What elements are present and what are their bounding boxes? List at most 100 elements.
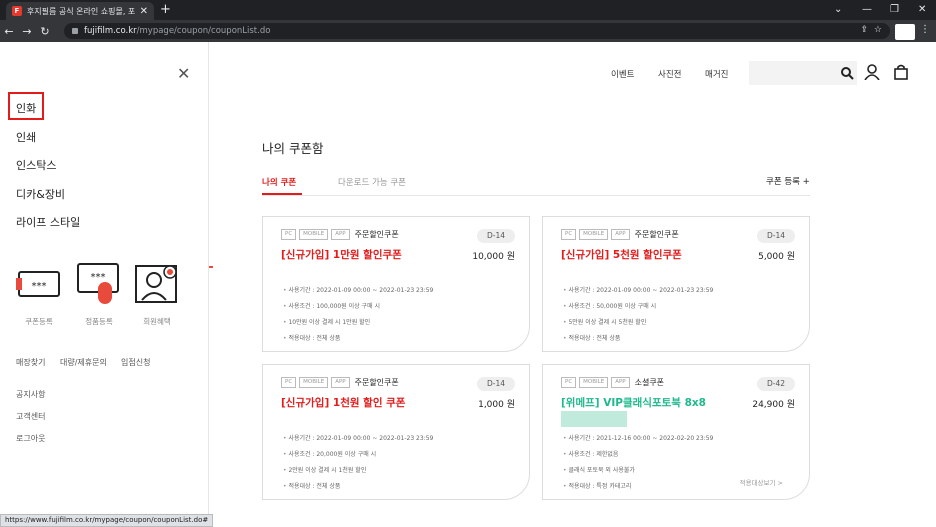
tab-title: 후지필름 공식 온라인 쇼핑몰, 포 <box>26 6 136 16</box>
sidebar-item-camera[interactable]: 디카&장비 <box>16 186 65 202</box>
dday-badge: D-14 <box>757 229 795 243</box>
minimize-icon[interactable]: — <box>862 4 872 15</box>
blurred-region <box>561 411 627 427</box>
browser-menu-icon[interactable]: ⋮ <box>920 24 930 35</box>
forward-icon[interactable]: → <box>18 25 36 38</box>
coupon-type: 주문할인쿠폰 <box>354 230 399 239</box>
nav-magazine[interactable]: 매거진 <box>705 68 728 80</box>
customer-center-link[interactable]: 고객센터 <box>16 411 45 422</box>
url-host: fujifilm.co.kr <box>84 26 137 36</box>
product-register-label[interactable]: 정품등록 <box>69 316 129 327</box>
status-bar-url: https://www.fujifilm.co.kr/mypage/coupon… <box>0 514 214 527</box>
sidebar-item-print[interactable]: 인화 <box>16 100 36 116</box>
sidebar-close-icon[interactable]: ✕ <box>177 64 190 83</box>
user-icon[interactable] <box>864 64 880 80</box>
browser-tab-bar: F 후지필름 공식 온라인 쇼핑몰, 포 ✕ + ⌄ — ❐ ✕ <box>0 0 936 20</box>
fujifilm-favicon-icon: F <box>12 6 22 16</box>
search-icon[interactable] <box>840 66 854 80</box>
coupon-name: [위메프] VIP클래식포토북 8x8 <box>561 397 706 409</box>
member-benefit-label[interactable]: 회원혜택 <box>127 316 187 327</box>
coupon-type: 주문할인쿠폰 <box>634 230 679 239</box>
register-coupon-button[interactable]: 쿠폰 등록 + <box>766 175 810 187</box>
restore-icon[interactable]: ❐ <box>890 4 899 15</box>
coupon-register-label[interactable]: 쿠폰등록 <box>9 316 69 327</box>
svg-text:***: *** <box>91 272 106 283</box>
detail-period: 사용기간 : 2022-01-09 00:00 ~ 2022-01-23 23:… <box>283 431 433 447</box>
coupon-card[interactable]: PC MOBILE APP 주문할인쿠폰 D-14 [신규가입] 1천원 할인 … <box>262 364 530 500</box>
browser-tab[interactable]: F 후지필름 공식 온라인 쇼핑몰, 포 ✕ <box>6 2 154 20</box>
detail-period: 사용기간 : 2021-12-16 00:00 ~ 2022-02-20 23:… <box>563 431 713 447</box>
tag-mobile: MOBILE <box>579 377 609 388</box>
tag-pc: PC <box>281 377 297 388</box>
member-benefit-icon[interactable] <box>134 262 180 304</box>
tab-search-chevron-icon[interactable]: ⌄ <box>834 4 842 15</box>
coupon-type: 주문할인쿠폰 <box>354 378 399 387</box>
coupon-name: [신규가입] 1만원 할인쿠폰 <box>281 249 402 261</box>
detail-target: 적용대상 : 전체 상품 <box>283 331 433 347</box>
sidebar-item-instax[interactable]: 인스탁스 <box>16 157 56 173</box>
detail-condition: 사용조건 : 50,000원 이상 구매 시 <box>563 299 713 315</box>
dday-badge: D-42 <box>757 377 795 391</box>
coupon-card[interactable]: PC MOBILE APP 주문할인쿠폰 D-14 [신규가입] 1만원 할인쿠… <box>262 216 530 352</box>
product-register-icon[interactable]: *** <box>76 262 122 304</box>
detail-period: 사용기간 : 2022-01-09 00:00 ~ 2022-01-23 23:… <box>283 283 433 299</box>
lock-icon <box>72 28 78 34</box>
sidebar-item-lifestyle[interactable]: 라이프 스타일 <box>16 214 80 230</box>
dday-badge: D-14 <box>477 229 515 243</box>
coupon-name: [신규가입] 1천원 할인 쿠폰 <box>281 397 406 409</box>
detail-condition: 사용조건 : 20,000원 이상 구매 시 <box>283 447 433 463</box>
address-bar: ← → ↻ fujifilm.co.kr/mypage/coupon/coupo… <box>0 20 936 42</box>
notice-link[interactable]: 공지사항 <box>16 389 45 400</box>
nav-event[interactable]: 이벤트 <box>611 68 634 80</box>
window-close-icon[interactable]: ✕ <box>918 4 926 15</box>
detail-discount: 10만원 이상 결제 시 1만원 할인 <box>283 315 433 331</box>
tag-app: APP <box>611 229 630 240</box>
tag-app: APP <box>331 229 350 240</box>
logout-link[interactable]: 로그아웃 <box>16 433 45 444</box>
tag-mobile: MOBILE <box>299 229 329 240</box>
coupon-card[interactable]: PC MOBILE APP 소셜쿠폰 D-42 [위메프] VIP클래식포토북 … <box>542 364 810 500</box>
scroll-indicator <box>209 266 213 268</box>
detail-target: 적용대상 : 전체 상품 <box>563 331 713 347</box>
url-path: /mypage/coupon/couponList.do <box>136 26 271 36</box>
share-star-icons[interactable]: ⇪ ☆ <box>861 25 882 35</box>
detail-discount: 클래식 포토북 외 사용불가 <box>563 463 713 479</box>
partner-apply-link[interactable]: 입점신청 <box>121 357 150 368</box>
tabs-divider <box>262 195 810 196</box>
sidebar-item-printing[interactable]: 인쇄 <box>16 129 36 145</box>
tab-close-icon[interactable]: ✕ <box>140 6 148 17</box>
detail-discount: 2만원 이상 결제 시 1천원 할인 <box>283 463 433 479</box>
detail-condition: 사용조건 : 100,000원 이상 구매 시 <box>283 299 433 315</box>
svg-text:***: *** <box>32 281 47 292</box>
coupon-value: 10,000 원 <box>472 252 515 262</box>
sidebar-menu: ✕ 인화 인쇄 인스탁스 디카&장비 라이프 스타일 *** *** 쿠폰등록 … <box>0 42 209 527</box>
tag-pc: PC <box>561 377 577 388</box>
detail-condition: 사용조건 : 제한없음 <box>563 447 713 463</box>
tag-pc: PC <box>281 229 297 240</box>
tag-app: APP <box>611 377 630 388</box>
coupon-details: 사용기간 : 2022-01-09 00:00 ~ 2022-01-23 23:… <box>283 431 433 495</box>
coupon-name: [신규가입] 5천원 할인쿠폰 <box>561 249 682 261</box>
new-tab-icon[interactable]: + <box>160 3 171 17</box>
nav-exhibition[interactable]: 사진전 <box>658 68 681 80</box>
cart-icon[interactable] <box>893 64 909 80</box>
coupon-icon[interactable]: *** <box>16 262 62 304</box>
bulk-inquiry-link[interactable]: 대량/제휴문의 <box>60 357 107 368</box>
store-finder-link[interactable]: 매장찾기 <box>16 357 45 368</box>
page-title: 나의 쿠폰함 <box>262 141 324 156</box>
tab-my-coupons[interactable]: 나의 쿠폰 <box>262 176 296 188</box>
coupon-card[interactable]: PC MOBILE APP 주문할인쿠폰 D-14 [신규가입] 5천원 할인쿠… <box>542 216 810 352</box>
detail-period: 사용기간 : 2022-01-09 00:00 ~ 2022-01-23 23:… <box>563 283 713 299</box>
profile-avatar[interactable] <box>895 24 915 40</box>
detail-discount: 5만원 이상 결제 시 5천원 할인 <box>563 315 713 331</box>
url-input[interactable]: fujifilm.co.kr/mypage/coupon/couponList.… <box>64 23 890 39</box>
dday-badge: D-14 <box>477 377 515 391</box>
back-icon[interactable]: ← <box>0 25 18 38</box>
tab-downloadable-coupons[interactable]: 다운로드 가능 쿠폰 <box>338 176 406 188</box>
tag-app: APP <box>331 377 350 388</box>
view-target-link[interactable]: 적용대상보기 > <box>740 477 783 487</box>
coupon-type: 소셜쿠폰 <box>634 378 665 387</box>
coupon-value: 1,000 원 <box>478 400 515 410</box>
detail-target: 적용대상 : 특정 카테고리 <box>563 479 713 495</box>
reload-icon[interactable]: ↻ <box>36 25 54 38</box>
